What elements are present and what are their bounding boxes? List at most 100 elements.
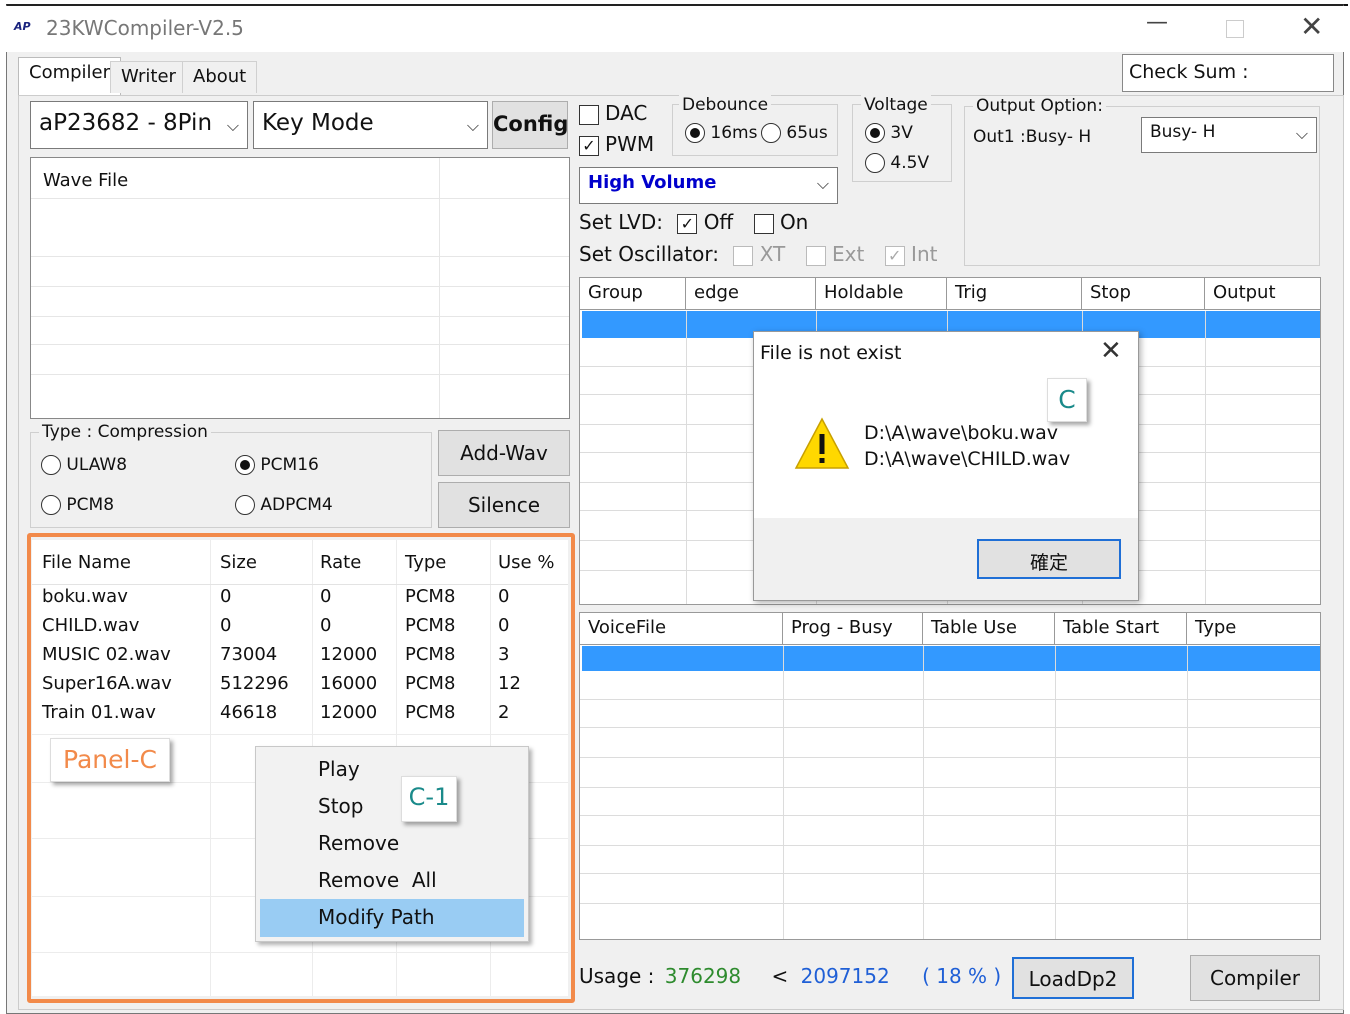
adpcm4-radio[interactable]: ADPCM4 <box>235 495 333 515</box>
dac-check-box[interactable] <box>579 104 599 125</box>
lvd-row: Set LVD: ✓ Off On <box>579 210 808 234</box>
app-logo-icon: AP <box>14 20 31 33</box>
dialog-line-2: D:\A\wave\CHILD.wav <box>864 448 1071 470</box>
pwm-label: PWM <box>605 132 655 156</box>
volume-select[interactable]: High Volume ⌵ <box>579 167 838 204</box>
chip-select-value: aP23682 - 8Pin <box>39 110 213 136</box>
debounce-65us-radio[interactable]: 65us <box>761 123 828 143</box>
dialog-ok-button[interactable]: 確定 <box>977 539 1121 579</box>
check-box-icon <box>753 213 774 234</box>
col-header-type[interactable]: Type <box>1187 613 1320 645</box>
col-header-stop[interactable]: Stop <box>1082 278 1205 310</box>
dialog-line-1: D:\A\wave\boku.wav <box>864 422 1058 444</box>
voltage-3v-radio[interactable]: 3V <box>865 123 913 143</box>
radio-icon <box>865 153 885 173</box>
pwm-check-box[interactable]: ✓ <box>579 135 599 156</box>
maximize-icon[interactable] <box>1226 20 1244 38</box>
add-wav-button[interactable]: Add-Wav <box>438 430 570 476</box>
debounce-16ms-radio[interactable]: 16ms <box>685 123 757 143</box>
radio-icon <box>41 495 61 515</box>
menu-item-modify-path-label: Modify Path <box>318 905 435 929</box>
voice-table[interactable]: VoiceFile Prog - Busy Table Use Table St… <box>579 612 1321 940</box>
output-select[interactable]: Busy- H ⌵ <box>1141 117 1317 153</box>
compression-label: Type : Compression <box>39 422 211 442</box>
checksum-box: Check Sum : <box>1122 54 1334 92</box>
radio-icon <box>41 455 61 475</box>
chevron-down-icon: ⌵ <box>466 116 479 135</box>
dialog-title: File is not exist <box>760 342 902 364</box>
close-icon[interactable]: ✕ <box>1300 10 1323 43</box>
usage-percent: ( 18 % ) <box>922 964 1002 988</box>
menu-item-stop[interactable]: Stop <box>318 794 363 818</box>
menu-item-modify-path[interactable]: Modify Path <box>260 899 524 937</box>
chevron-down-icon: ⌵ <box>1295 124 1308 143</box>
dialog-callout: C <box>1047 378 1087 422</box>
col-header-trig[interactable]: Trig <box>947 278 1082 310</box>
oscillator-row: Set Oscillator: XT Ext ✓ Int <box>579 242 937 266</box>
minimize-icon[interactable]: — <box>1146 10 1168 35</box>
volume-select-value: High Volume <box>588 172 717 193</box>
voltage-label: Voltage <box>861 95 931 115</box>
radio-icon <box>235 495 255 515</box>
output-option-group: Output Option: Out1 :Busy- H Busy- H ⌵ <box>964 96 1320 266</box>
lvd-off-checkbox[interactable]: ✓ Off <box>677 210 733 234</box>
warning-icon <box>794 417 850 469</box>
check-icon: ✓ <box>884 245 905 266</box>
lvd-label: Set LVD: <box>579 210 663 234</box>
oscillator-label: Set Oscillator: <box>579 242 719 266</box>
wave-file-list[interactable]: Wave File <box>30 157 570 419</box>
debounce-label: Debounce <box>679 95 772 115</box>
ulaw8-radio[interactable]: ULAW8 <box>41 455 127 475</box>
context-menu: Play Stop Remove Remove All Modify Path <box>255 746 529 942</box>
dac-label: DAC <box>605 101 648 125</box>
osc-int-checkbox: ✓ Int <box>884 242 937 266</box>
voltage-45v-radio[interactable]: 4.5V <box>865 153 929 173</box>
col-header-table-start[interactable]: Table Start <box>1055 613 1187 645</box>
col-header-voicefile[interactable]: VoiceFile <box>580 613 783 645</box>
mode-select-value: Key Mode <box>262 110 374 136</box>
title-bar: AP 23KWCompiler-V2.5 — ✕ <box>6 6 1344 52</box>
chevron-down-icon: ⌵ <box>226 116 239 135</box>
usage-lt: < <box>771 964 789 988</box>
selected-row[interactable] <box>582 646 1320 671</box>
usage-used: 376298 <box>664 964 742 988</box>
compiler-button[interactable]: Compiler <box>1190 955 1320 1001</box>
osc-xt-checkbox: XT <box>733 242 785 266</box>
lvd-on-checkbox[interactable]: On <box>753 210 808 234</box>
usage-total: 2097152 <box>800 964 890 988</box>
menu-item-play[interactable]: Play <box>318 757 360 781</box>
osc-ext-checkbox: Ext <box>805 242 864 266</box>
col-header-table-use[interactable]: Table Use <box>923 613 1055 645</box>
mode-select[interactable]: Key Mode ⌵ <box>253 101 488 149</box>
radio-icon <box>865 123 885 143</box>
col-header-output[interactable]: Output <box>1205 278 1320 310</box>
tab-writer[interactable]: Writer <box>110 61 187 93</box>
window-title: 23KWCompiler-V2.5 <box>46 16 244 40</box>
menu-callout: C-1 <box>401 776 457 822</box>
radio-icon <box>235 455 255 475</box>
menu-item-remove-all[interactable]: Remove All <box>318 868 437 892</box>
pcm8-radio[interactable]: PCM8 <box>41 495 114 515</box>
menu-item-remove[interactable]: Remove <box>318 831 399 855</box>
checksum-label: Check Sum : <box>1129 61 1249 83</box>
error-dialog: File is not exist ✕ D:\A\wave\boku.wav D… <box>753 331 1139 601</box>
dac-checkbox[interactable]: DAC <box>579 101 647 125</box>
usage-label: Usage : <box>579 964 655 988</box>
col-header-prog-busy[interactable]: Prog - Busy <box>783 613 923 645</box>
col-header-holdable[interactable]: Holdable <box>816 278 947 310</box>
col-header-edge[interactable]: edge <box>686 278 816 310</box>
chip-select[interactable]: aP23682 - 8Pin ⌵ <box>30 101 248 149</box>
close-icon[interactable]: ✕ <box>1100 336 1122 366</box>
output-option-label: Output Option: <box>973 96 1106 116</box>
loaddp2-button[interactable]: LoadDp2 <box>1012 957 1134 999</box>
tab-about[interactable]: About <box>182 61 258 93</box>
tab-compiler[interactable]: Compiler <box>18 57 122 95</box>
pcm16-radio[interactable]: PCM16 <box>235 455 319 475</box>
silence-button[interactable]: Silence <box>438 482 570 528</box>
check-box-icon <box>805 245 826 266</box>
pwm-checkbox[interactable]: ✓ PWM <box>579 132 654 156</box>
col-header-group[interactable]: Group <box>580 278 686 310</box>
radio-icon <box>761 123 781 143</box>
output-out1-text: Out1 :Busy- H <box>973 127 1092 147</box>
config-button[interactable]: Config <box>492 101 568 149</box>
